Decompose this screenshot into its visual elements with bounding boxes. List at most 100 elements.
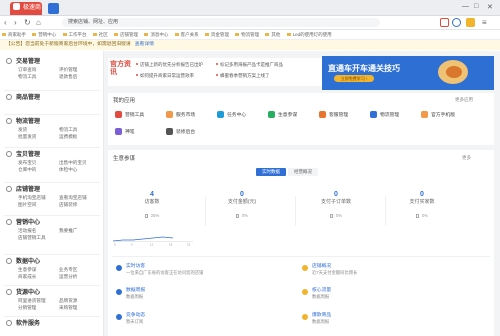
sidebar-link[interactable]: 分销管理 [18,304,59,311]
sidebar-section-title[interactable]: 宝贝管理 [6,151,101,159]
bookmark-item[interactable]: 客户关系 [175,30,199,39]
promo-item[interactable]: 标记多用海报产品卡是推广商品 [216,62,283,68]
sidebar-link[interactable]: 店铺装修 [59,201,100,208]
close-icon[interactable]: ✕ [487,3,493,11]
sidebar-link[interactable]: 我要推广 [59,227,100,234]
sidebar-items: 阿里进货管理 品牌货源分销管理 采购管理 [6,297,101,311]
bookmark-item[interactable]: 消息中心 [144,30,168,39]
app-icon [166,111,173,118]
app-item[interactable]: 物流管理 [370,111,399,119]
notice-link[interactable]: 查看详情 [135,42,154,47]
metric-orders: 0 支付子订单数 0% [306,190,366,220]
feed-item[interactable]: 竞争动态 暂未订阅 [126,313,145,325]
section-icon [6,219,12,225]
sidebar-link[interactable]: 品牌货源 [59,297,100,304]
home-icon[interactable]: ⌂ [36,16,41,29]
sidebar-section-title[interactable]: 数据中心 [6,258,101,266]
bookmark-item[interactable]: 资金管理 [205,30,229,39]
bookmark-item[interactable]: 物流管理 [235,30,259,39]
promo-item[interactable]: 如何提升商家日常运营效率 [136,73,194,79]
sidebar-section-title[interactable]: 软件服务 [6,320,101,328]
extension-icon[interactable] [466,18,475,27]
metric-label: 访客数 [144,199,160,205]
app-item[interactable]: 客服管理 [319,111,348,119]
sidebar-section-title[interactable]: 商品管理 [6,94,101,102]
sidebar-link[interactable]: 退款售后 [59,73,100,80]
app-label: 客服管理 [329,113,349,118]
notification-icon[interactable] [440,18,449,27]
bookmark-item[interactable]: 工作平台 [63,30,87,39]
maximize-icon[interactable]: □ [474,3,478,10]
sidebar-divider [4,285,100,286]
feed-item[interactable]: 爆款商品 数据周报 [312,313,331,325]
app-item[interactable]: 服务市场 [166,111,195,119]
tab-realtime[interactable]: 实时数据 [256,168,286,176]
sidebar-link[interactable]: 订单查询 [18,66,59,73]
bookmark-item[interactable]: 其他 [265,30,280,39]
sidebar-link[interactable]: 图片空间 [18,201,59,208]
sidebar-link[interactable]: 采购管理 [59,304,100,311]
user-icon[interactable] [452,18,461,27]
feed-item[interactable]: 数据周报 数据周报 [126,288,145,300]
app-icon [115,128,122,135]
bookmark-item[interactable]: 社区 [93,30,108,39]
sidebar-section-title[interactable]: 营销中心 [6,219,101,227]
feed-item[interactable]: 实时访客 一位来自广东省的访客正在访问您的店铺 [126,264,203,276]
sidebar-section-title[interactable]: 交易管理 [6,58,101,66]
app-item[interactable]: 营销工具 [115,111,144,119]
promo-item[interactable]: 蜂蜜春季营销方案上线了 [216,73,270,79]
forward-icon[interactable]: › [14,16,17,29]
sidebar-link[interactable]: 物流工具 [59,126,100,133]
sidebar-section-title[interactable]: 货源中心 [6,289,101,297]
minimize-icon[interactable]: — [462,3,469,10]
divider [205,196,206,226]
sidebar-link[interactable]: 发货 [18,126,59,133]
refresh-icon[interactable]: ↻ [24,16,31,29]
sidebar-section-title[interactable]: 店铺管理 [6,186,101,194]
feed-icon [302,265,308,271]
sidebar-section: 物流管理 发货 物流工具批量发货 运费模板 [6,118,101,140]
feed-item[interactable]: 店铺概况 近7天支付金额同比增长 [312,264,357,276]
shop-logo-icon [13,3,20,10]
promo-item[interactable]: 店铺上新的优先分析报告已出炉 [136,62,203,68]
sidebar-link[interactable]: 阿里进货管理 [18,297,59,304]
sidebar-link[interactable]: 活动报名 [18,227,59,234]
sidebar-link[interactable]: 仓库中的 [18,166,59,173]
sidebar-section-title[interactable]: 物流管理 [6,118,101,126]
sidebar-link[interactable]: 店铺营销工具 [18,234,59,241]
app-item[interactable]: 官方手机版 [421,111,455,119]
feed-item[interactable]: 核心流量 数据周报 [312,288,331,300]
app-item[interactable]: 任务中心 [217,111,246,119]
sidebar-link[interactable]: 查看淘宝店铺 [59,194,100,201]
sidebar-link[interactable]: 商家成长 [18,273,59,280]
sidebar-link[interactable]: 运营分析 [59,273,100,280]
bookmark-item[interactable]: 店铺管理 [114,30,138,39]
home-tab-icon[interactable] [48,3,59,14]
data-more-link[interactable]: 更多 [462,155,471,161]
app-item[interactable]: 装修后台 [166,128,195,136]
back-icon[interactable]: ‹ [4,16,7,29]
banner-button[interactable]: 立即免费学习 › [334,75,374,82]
sidebar-link[interactable]: 发布宝贝 [18,159,59,166]
sidebar-link[interactable]: 生意参谋 [18,266,59,273]
bookmark-item[interactable]: Led的使用灯的使用 [287,30,332,39]
app-item[interactable]: 神笔 [115,128,135,136]
menu-icon[interactable]: ≡ [482,16,487,29]
sidebar-link[interactable]: 体检中心 [59,166,100,173]
sidebar-link[interactable]: 评价管理 [59,66,100,73]
bookmark-item[interactable]: 营销中心 [32,30,56,39]
feed-icon [116,289,122,295]
sidebar-link[interactable]: 物流工具 [18,73,59,80]
app-label: 服务市场 [176,113,196,118]
tab-period[interactable]: 经营概况 [288,168,318,176]
sidebar-link[interactable]: 出售中的宝贝 [59,159,100,166]
apps-more-link[interactable]: 更多应用 [455,97,473,103]
sidebar-link[interactable]: 运费模板 [59,133,100,140]
bookmark-item[interactable]: 商家助手 [2,30,26,39]
sidebar-link[interactable]: 业务专区 [59,266,100,273]
search-input[interactable]: 搜索店铺、网址、应用 [62,18,380,27]
app-item[interactable]: 生意参谋 [268,111,297,119]
browser-tab-active[interactable]: 极速商家版 [10,2,42,24]
sidebar-link[interactable]: 手机淘宝店铺 [18,194,59,201]
sidebar-link[interactable]: 批量发货 [18,133,59,140]
